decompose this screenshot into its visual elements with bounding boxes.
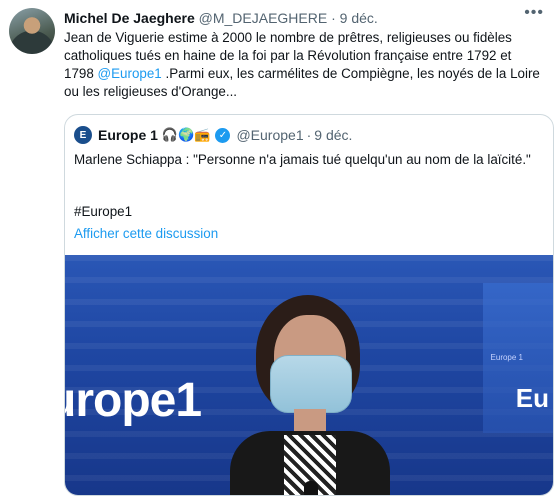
quoted-date[interactable]: 9 déc.	[314, 127, 352, 143]
quoted-author-name[interactable]: Europe 1	[98, 127, 158, 143]
quoted-separator-dot: ·	[306, 127, 312, 143]
author-handle[interactable]: @M_DEJAEGHERE	[199, 10, 328, 26]
face-mask	[270, 355, 352, 413]
quoted-header: E Europe 1 🎧🌍📻 ✓ @Europe1 · 9 déc.	[74, 125, 352, 145]
studio-logo-small: Europe 1	[490, 353, 523, 362]
person-figure	[230, 285, 390, 495]
tweet-text: Jean de Viguerie estime à 2000 le nombre…	[64, 29, 544, 101]
microphone	[304, 481, 318, 495]
tweet-header: Michel De Jaeghere @M_DEJAEGHERE · 9 déc…	[64, 9, 378, 27]
quoted-hashtag[interactable]: #Europe1	[74, 204, 132, 219]
studio-logo-right: Eu	[515, 383, 549, 413]
separator-dot: ·	[331, 10, 336, 26]
verified-badge-icon: ✓	[215, 127, 231, 143]
quoted-avatar[interactable]: E	[74, 126, 92, 144]
quoted-tweet-card[interactable]: E Europe 1 🎧🌍📻 ✓ @Europe1 · 9 déc. Marle…	[64, 114, 554, 496]
tweet[interactable]: ••• Michel De Jaeghere @M_DEJAEGHERE · 9…	[0, 0, 560, 496]
mention-link[interactable]: @Europe1	[98, 66, 162, 81]
author-name[interactable]: Michel De Jaeghere	[64, 10, 195, 26]
quoted-text: Marlene Schiappa : "Personne n'a jamais …	[74, 152, 531, 167]
more-options-icon[interactable]: •••	[524, 5, 544, 21]
studio-logo-text: urope1	[65, 374, 202, 427]
author-avatar[interactable]	[9, 8, 55, 54]
quoted-author-handle[interactable]: @Europe1	[236, 127, 303, 143]
quoted-video-media[interactable]: urope1 Europe 1 Eu	[65, 255, 553, 495]
emoji-icons: 🎧🌍📻	[161, 127, 211, 142]
tweet-date[interactable]: 9 déc.	[340, 10, 378, 26]
show-thread-link[interactable]: Afficher cette discussion	[74, 226, 218, 241]
